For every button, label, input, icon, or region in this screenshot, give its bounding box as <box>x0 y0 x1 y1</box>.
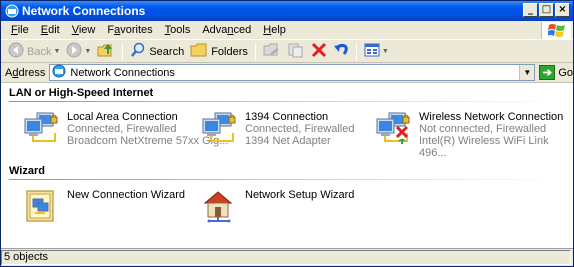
views-dropdown-icon[interactable]: ▼ <box>382 48 389 55</box>
lan-connection-icon <box>23 111 61 145</box>
folders-icon <box>190 42 208 61</box>
address-dropdown-icon[interactable]: ▼ <box>519 65 535 80</box>
undo-button[interactable] <box>330 42 352 62</box>
forward-dropdown-icon[interactable]: ▼ <box>84 48 91 55</box>
connection-device: 1394 Net Adapter <box>245 135 331 147</box>
folders-button[interactable]: Folders <box>187 42 251 62</box>
move-to-button[interactable] <box>260 42 284 62</box>
group-divider <box>9 101 561 102</box>
toolbar: Back ▼ ▼ Search Folders ▼ <box>1 41 573 63</box>
connection-device: Intel(R) Wireless WiFi Link 496... <box>419 135 549 159</box>
menu-bar: File Edit View Favorites Tools Advanced … <box>1 21 573 40</box>
network-connections-window: Network Connections _ □ × File Edit View… <box>0 0 574 267</box>
local-area-connection[interactable]: Local Area Connection Connected, Firewal… <box>23 111 228 147</box>
connection-name: 1394 Connection <box>245 111 329 123</box>
connection-name: Wireless Network Connection <box>419 111 564 123</box>
back-icon <box>8 42 24 61</box>
network-setup-wizard-icon <box>201 189 239 223</box>
group-divider <box>9 179 561 180</box>
wireless-network-connection[interactable]: Wireless Network Connection Not connecte… <box>375 111 573 159</box>
maximize-button[interactable]: □ <box>539 3 554 17</box>
menu-edit[interactable]: Edit <box>35 24 66 36</box>
new-connection-wizard[interactable]: New Connection Wizard <box>23 189 185 223</box>
search-icon <box>130 42 146 61</box>
forward-button[interactable]: ▼ <box>63 42 94 62</box>
connection-status: Connected, Firewalled <box>245 123 355 135</box>
go-button[interactable]: ➔ Go <box>539 65 573 80</box>
content-pane: LAN or High-Speed Internet Local Area Co… <box>1 83 573 248</box>
up-button[interactable] <box>94 42 118 62</box>
undo-icon <box>333 42 349 61</box>
network-setup-wizard[interactable]: Network Setup Wizard <box>201 189 354 223</box>
network-connections-icon <box>5 4 19 18</box>
window-title: Network Connections <box>22 4 146 18</box>
address-field[interactable]: Network Connections ▼ <box>49 64 536 81</box>
menu-favorites[interactable]: Favorites <box>101 24 158 36</box>
toolbar-separator <box>254 43 256 60</box>
menu-tools[interactable]: Tools <box>159 24 197 36</box>
status-object-count: 5 objects <box>1 250 571 265</box>
1394-connection[interactable]: 1394 Connection Connected, Firewalled 13… <box>201 111 354 147</box>
wizard-name: Network Setup Wizard <box>245 189 355 201</box>
lan-connection-icon <box>201 111 239 145</box>
menu-view[interactable]: View <box>66 24 102 36</box>
views-icon <box>364 42 380 61</box>
copy-to-icon <box>287 42 305 61</box>
wizard-name: New Connection Wizard <box>67 189 185 201</box>
menu-file[interactable]: File <box>5 24 35 36</box>
delete-icon <box>311 42 327 61</box>
status-bar: 5 objects <box>1 248 573 266</box>
forward-icon <box>66 42 82 61</box>
address-bar: Address Network Connections ▼ ➔ Go <box>1 63 573 83</box>
up-folder-icon <box>97 42 115 61</box>
copy-to-button[interactable] <box>284 42 308 62</box>
toolbar-separator <box>122 43 124 60</box>
delete-button[interactable] <box>308 42 330 62</box>
menu-advanced[interactable]: Advanced <box>196 24 257 36</box>
group-title-lan: LAN or High-Speed Internet <box>9 87 154 99</box>
minimize-button[interactable]: _ <box>523 3 538 17</box>
title-bar[interactable]: Network Connections _ □ × <box>1 1 573 21</box>
wireless-connection-icon <box>375 111 413 145</box>
windows-logo-icon <box>541 22 571 39</box>
new-connection-wizard-icon <box>23 189 61 223</box>
address-label: Address <box>5 66 46 79</box>
search-button[interactable]: Search <box>127 42 187 62</box>
group-title-wizard: Wizard <box>9 165 45 177</box>
toolbar-separator <box>355 43 357 60</box>
menu-help[interactable]: Help <box>257 24 292 36</box>
connection-status: Not connected, Firewalled <box>419 123 547 135</box>
back-button[interactable]: Back ▼ <box>5 42 63 62</box>
go-arrow-icon: ➔ <box>539 65 556 80</box>
views-button[interactable]: ▼ <box>361 42 392 62</box>
network-connections-icon <box>52 64 66 81</box>
address-value: Network Connections <box>70 66 175 79</box>
close-button[interactable]: × <box>555 3 570 17</box>
move-to-icon <box>263 42 281 61</box>
back-dropdown-icon[interactable]: ▼ <box>53 48 60 55</box>
